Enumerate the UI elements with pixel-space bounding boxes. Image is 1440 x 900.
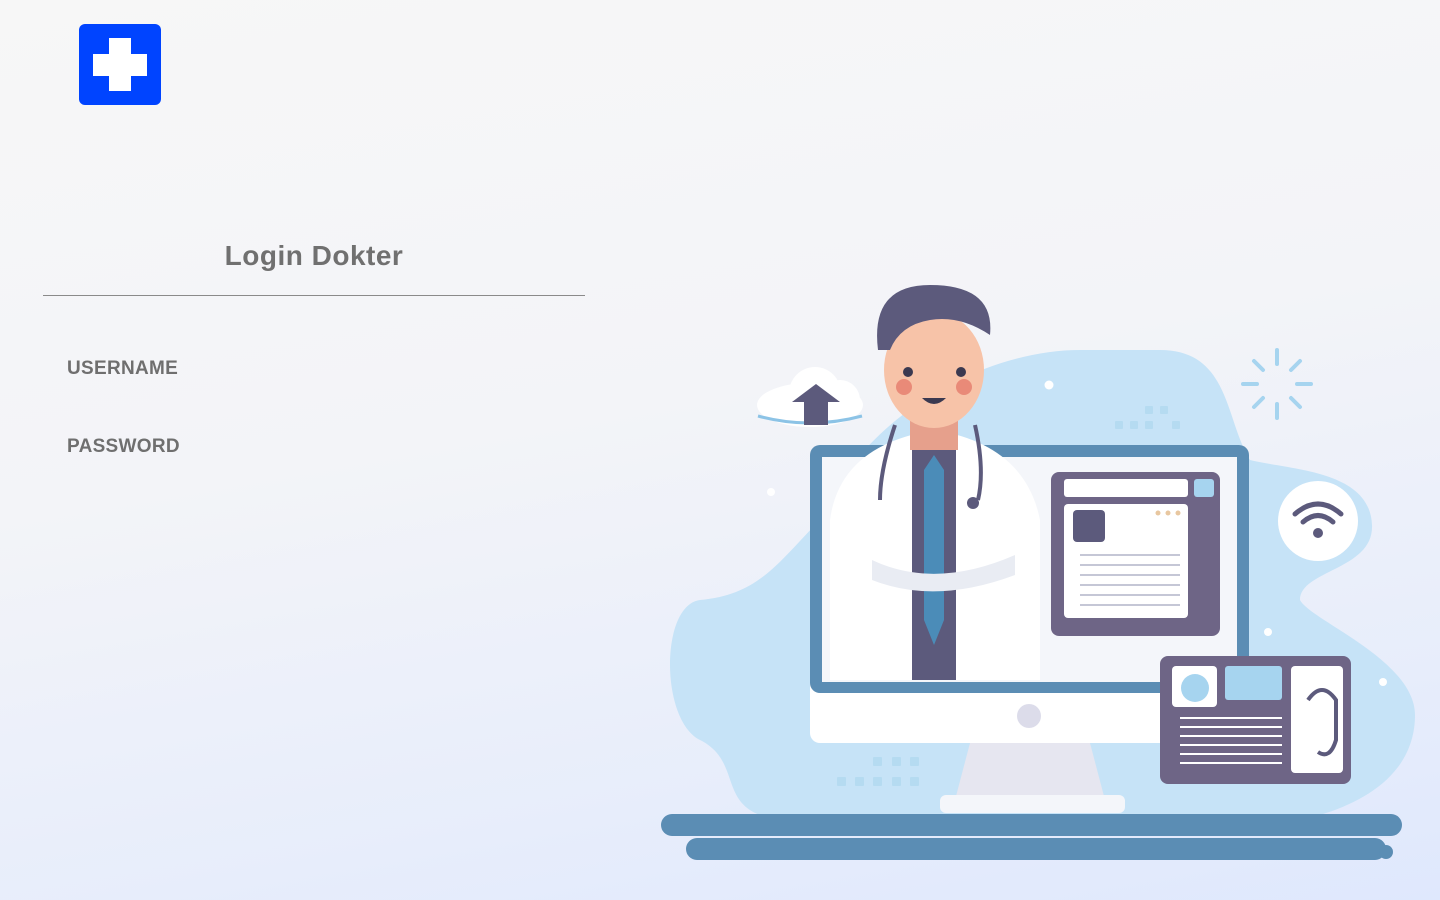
password-label: PASSWORD [67,436,180,457]
password-input[interactable] [210,430,584,466]
title-divider [43,295,585,296]
username-input[interactable] [210,352,584,388]
page-title: Login Dokter [224,240,404,271]
medical-cross-icon [79,24,161,105]
username-label: USERNAME [67,358,179,379]
doctor-telemedicine-illustration [661,285,1415,860]
